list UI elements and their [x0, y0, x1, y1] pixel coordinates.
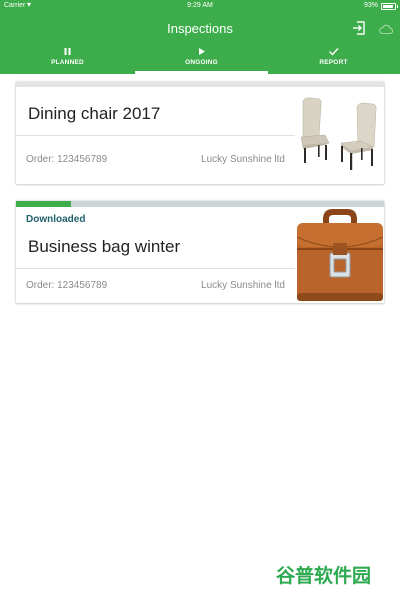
order-number: Order: 123456789	[26, 154, 108, 165]
tab-ongoing-label: ONGOING	[185, 59, 218, 66]
tab-bar: PLANNED ONGOING REPORT	[0, 46, 400, 74]
pause-icon	[64, 48, 71, 55]
tab-report[interactable]: REPORT	[267, 46, 400, 74]
tab-planned[interactable]: PLANNED	[1, 46, 134, 74]
battery-level	[383, 5, 394, 8]
briefcase-image	[295, 207, 384, 303]
card-divider	[16, 135, 295, 136]
app-bar: Inspections	[0, 12, 400, 46]
inspection-card[interactable]: Dining chair 2017 Order: 123456789 Lucky…	[16, 82, 384, 184]
order-number: Order: 123456789	[26, 280, 108, 291]
logout-icon[interactable]	[352, 21, 366, 35]
battery-icon	[381, 3, 398, 10]
tab-planned-label: PLANNED	[51, 59, 84, 66]
svg-text:谷普软件园: 谷普软件园	[276, 564, 371, 587]
company-name: Lucky Sunshine ltd	[201, 154, 285, 165]
play-icon	[199, 48, 205, 55]
battery-percent: 93%	[363, 2, 378, 9]
active-tab-indicator	[135, 71, 268, 74]
status-time: 9:29 AM	[187, 2, 213, 9]
inspection-title: Business bag winter	[28, 237, 181, 256]
card-divider	[16, 268, 295, 269]
chairs-image	[295, 87, 384, 184]
inspection-card[interactable]: Downloaded Business bag winter Order: 12…	[16, 201, 384, 303]
tab-report-label: REPORT	[319, 59, 348, 66]
cloud-icon[interactable]	[379, 23, 393, 35]
company-name: Lucky Sunshine ltd	[201, 280, 285, 291]
watermark-logo: 谷普软件园	[276, 564, 371, 587]
check-icon	[329, 48, 339, 56]
download-progress-fill	[16, 201, 72, 207]
inspection-title: Dining chair 2017	[28, 104, 161, 123]
tab-ongoing[interactable]: ONGOING	[135, 46, 268, 74]
status-label: Downloaded	[26, 214, 86, 225]
page-title: Inspections	[167, 21, 233, 36]
status-bar: Carrier ▾ 9:29 AM 93%	[0, 0, 400, 12]
